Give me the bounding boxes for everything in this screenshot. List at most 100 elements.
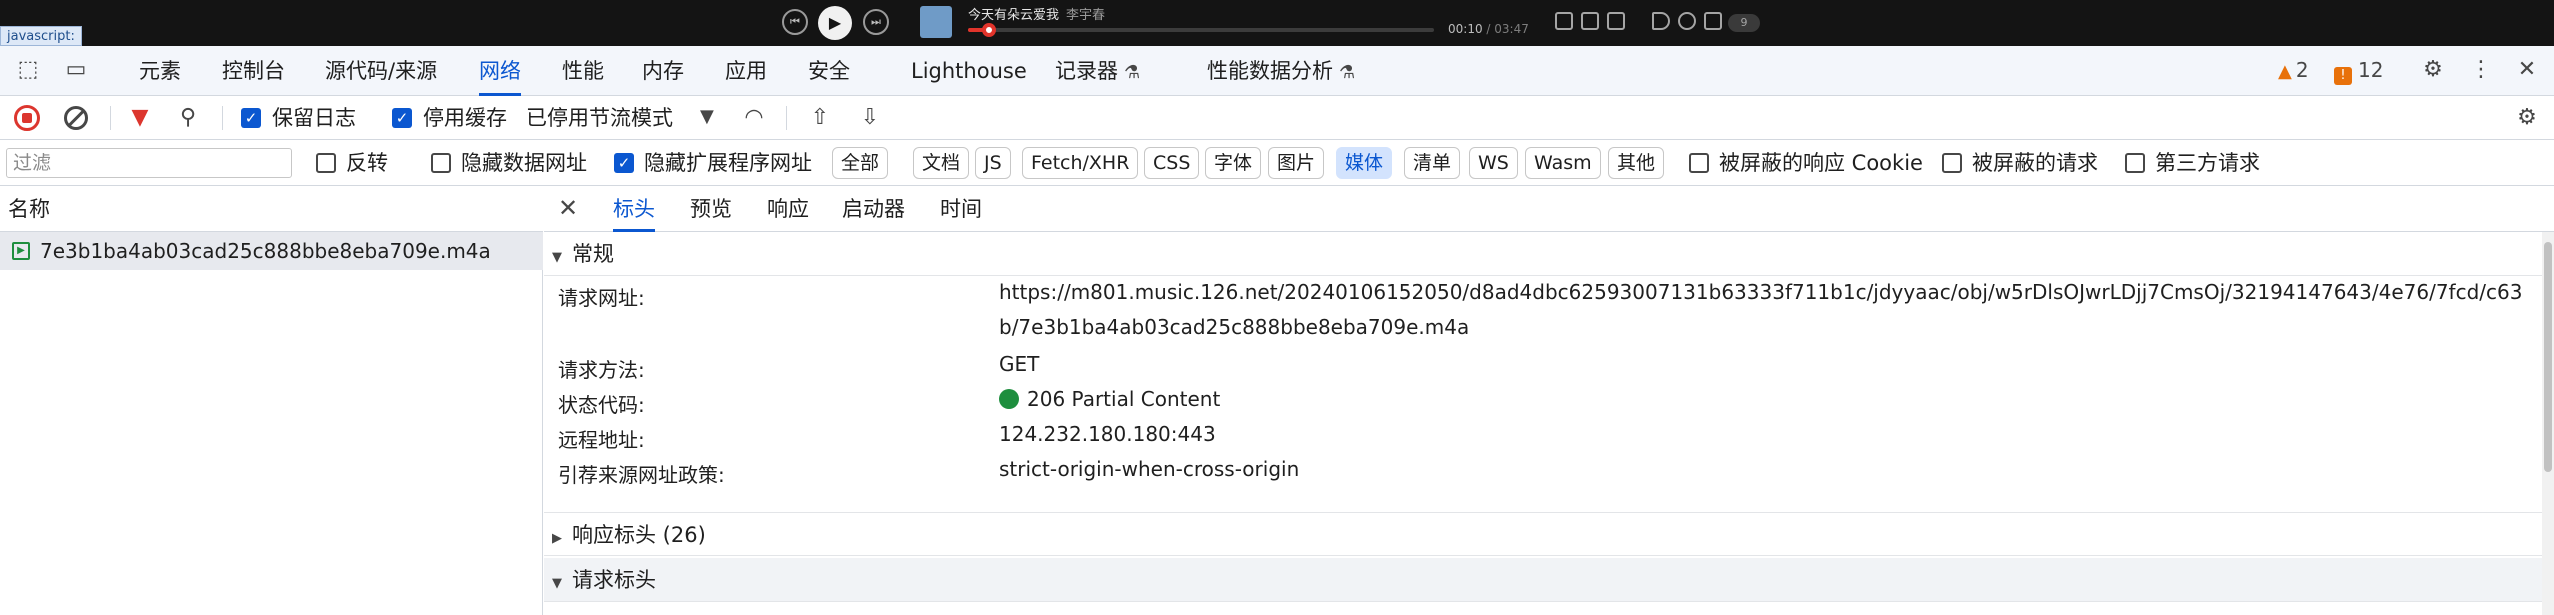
search-icon[interactable]: ⚲ bbox=[174, 104, 202, 132]
referrer-policy-value[interactable]: strict-origin-when-cross-origin bbox=[999, 452, 2534, 487]
type-filter-chip[interactable]: Fetch/XHR bbox=[1022, 147, 1139, 179]
experimental-flask-icon: ⚗ bbox=[1339, 62, 1356, 83]
record-stop-icon[interactable] bbox=[14, 105, 40, 131]
tab-response[interactable]: 响应 bbox=[767, 186, 809, 232]
disable-cache-label[interactable]: 停用缓存 bbox=[423, 96, 507, 140]
type-filter-chip[interactable]: 图片 bbox=[1268, 147, 1325, 179]
request-method-key: 请求方法: bbox=[558, 358, 645, 382]
loop-mode-icon[interactable] bbox=[1678, 12, 1696, 30]
network-settings-gear-icon[interactable]: ⚙ bbox=[2513, 104, 2541, 132]
song-title[interactable]: 今天有朵云爱我 bbox=[968, 4, 1059, 23]
hide-extension-urls-checkbox[interactable]: ✓ bbox=[614, 153, 634, 173]
status-ok-dot-icon bbox=[999, 389, 1019, 409]
song-artist[interactable]: 李宇春 bbox=[1066, 4, 1105, 23]
type-filter-chip[interactable]: CSS bbox=[1144, 147, 1200, 179]
general-section-header[interactable]: ▼ 常规 bbox=[544, 232, 2542, 276]
playback-progress-bar[interactable] bbox=[968, 23, 1434, 37]
tab-sources[interactable]: 源代码/来源 bbox=[325, 46, 437, 96]
tab-recorder[interactable]: 记录器 ⚗ bbox=[1055, 46, 1140, 96]
tab-memory[interactable]: 内存 bbox=[642, 46, 684, 96]
tab-initiator[interactable]: 启动器 bbox=[842, 186, 905, 232]
name-column-header[interactable]: 名称 bbox=[0, 186, 543, 232]
share-icon[interactable] bbox=[1607, 12, 1625, 30]
tab-performance[interactable]: 性能 bbox=[562, 46, 604, 96]
network-conditions-icon[interactable]: ◠ bbox=[740, 104, 768, 132]
blocked-cookies-checkbox[interactable] bbox=[1689, 153, 1709, 173]
previous-track-icon[interactable]: ⏮ bbox=[782, 9, 808, 35]
tab-label: 源代码/来源 bbox=[325, 59, 438, 83]
type-filter-chip[interactable]: 媒体 bbox=[1336, 147, 1393, 179]
throttling-select[interactable]: 已停用节流模式 bbox=[526, 96, 673, 140]
request-headers-section-header[interactable]: ▼ 请求标头 bbox=[544, 558, 2542, 602]
tab-console[interactable]: 控制台 bbox=[222, 46, 285, 96]
disable-cache-checkbox[interactable]: ✓ bbox=[392, 108, 412, 128]
tab-security[interactable]: 安全 bbox=[808, 46, 850, 96]
tab-elements[interactable]: 元素 bbox=[139, 46, 181, 96]
next-track-icon[interactable]: ⏭ bbox=[863, 9, 889, 35]
chevron-down-icon[interactable]: ▼ bbox=[700, 106, 714, 127]
play-button[interactable]: ▶ bbox=[818, 6, 852, 40]
tab-timing[interactable]: 时间 bbox=[940, 186, 982, 232]
tab-application[interactable]: 应用 bbox=[725, 46, 767, 96]
toolbar-divider bbox=[786, 106, 787, 130]
request-row[interactable]: ▶ 7e3b1ba4ab03cad25c888bbe8eba709e.m4a bbox=[0, 232, 543, 270]
invert-checkbox[interactable] bbox=[316, 153, 336, 173]
hide-data-urls-checkbox[interactable] bbox=[431, 153, 451, 173]
hide-data-urls-label[interactable]: 隐藏数据网址 bbox=[461, 140, 587, 186]
expanded-triangle-icon: ▼ bbox=[552, 250, 562, 265]
request-method-value[interactable]: GET bbox=[999, 347, 2534, 382]
type-filter-chip[interactable]: 文档 bbox=[913, 147, 970, 179]
details-scrollbar[interactable] bbox=[2542, 232, 2554, 615]
tab-label: 内存 bbox=[642, 59, 684, 83]
request-url-value[interactable]: https://m801.music.126.net/2024010615205… bbox=[999, 275, 2534, 345]
preserve-log-checkbox[interactable]: ✓ bbox=[241, 108, 261, 128]
lyrics-icon[interactable] bbox=[1555, 12, 1573, 30]
clear-log-icon[interactable] bbox=[64, 106, 88, 130]
response-headers-section-header[interactable]: ▶ 响应标头 (26) bbox=[544, 512, 2542, 556]
filter-funnel-icon[interactable]: ▼ bbox=[126, 104, 154, 132]
issues-indicator[interactable]: ! 12 bbox=[2334, 58, 2383, 85]
blocked-requests-checkbox[interactable] bbox=[1942, 153, 1962, 173]
blocked-requests-label[interactable]: 被屏蔽的请求 bbox=[1972, 140, 2098, 186]
settings-gear-icon[interactable]: ⚙ bbox=[2419, 56, 2447, 84]
more-options-icon[interactable]: ⋮ bbox=[2467, 56, 2495, 84]
tab-label: 控制台 bbox=[222, 59, 285, 83]
music-player-bar: javascript: ⏮ ▶ ⏭ 今天有朵云爱我 李宇春 00:10 / 03… bbox=[0, 0, 2554, 46]
type-filter-chip[interactable]: Wasm bbox=[1525, 147, 1601, 179]
third-party-label[interactable]: 第三方请求 bbox=[2155, 140, 2260, 186]
type-filter-chip[interactable]: WS bbox=[1469, 147, 1518, 179]
add-to-playlist-icon[interactable] bbox=[1581, 12, 1599, 30]
inspect-element-icon[interactable]: ⬚ bbox=[14, 56, 42, 84]
type-filter-chip[interactable]: 清单 bbox=[1404, 147, 1461, 179]
tab-lighthouse[interactable]: Lighthouse bbox=[911, 46, 1027, 96]
close-devtools-icon[interactable]: ✕ bbox=[2513, 56, 2541, 84]
warnings-indicator[interactable]: ▲ 2 bbox=[2278, 58, 2309, 82]
volume-icon[interactable] bbox=[1652, 12, 1670, 30]
preserve-log-label[interactable]: 保留日志 bbox=[272, 96, 356, 140]
remote-address-value[interactable]: 124.232.180.180:443 bbox=[999, 417, 2534, 452]
import-har-icon[interactable]: ⇧ bbox=[806, 104, 834, 132]
close-details-icon[interactable]: ✕ bbox=[558, 194, 578, 222]
filter-row: 反转 隐藏数据网址 ✓ 隐藏扩展程序网址 全部文档JS Fetch/XHRCSS字… bbox=[0, 140, 2554, 186]
device-toolbar-icon[interactable]: ▭ bbox=[62, 56, 90, 84]
type-filter-chip[interactable]: 全部 bbox=[832, 147, 889, 179]
hide-extension-urls-label[interactable]: 隐藏扩展程序网址 bbox=[644, 140, 812, 186]
playlist-icon[interactable] bbox=[1704, 12, 1722, 30]
tab-network[interactable]: 网络 bbox=[479, 46, 521, 96]
status-code-value[interactable]: 206 Partial Content bbox=[999, 382, 2534, 417]
tab-performance-insights[interactable]: 性能数据分析 ⚗ bbox=[1207, 46, 1355, 96]
type-filter-chip[interactable]: 其他 bbox=[1608, 147, 1665, 179]
blocked-cookies-label[interactable]: 被屏蔽的响应 Cookie bbox=[1719, 140, 1923, 186]
request-name[interactable]: 7e3b1ba4ab03cad25c888bbe8eba709e.m4a bbox=[40, 232, 491, 270]
export-har-icon[interactable]: ⇩ bbox=[856, 104, 884, 132]
third-party-checkbox[interactable] bbox=[2125, 153, 2145, 173]
details-scrollbar-thumb[interactable] bbox=[2544, 242, 2552, 472]
album-cover[interactable] bbox=[920, 6, 952, 38]
filter-input[interactable] bbox=[6, 148, 292, 178]
tab-preview[interactable]: 预览 bbox=[690, 186, 732, 232]
type-filter-chip[interactable]: 字体 bbox=[1205, 147, 1262, 179]
tab-headers[interactable]: 标头 bbox=[613, 186, 655, 232]
invert-label[interactable]: 反转 bbox=[346, 140, 388, 186]
playback-progress-knob[interactable] bbox=[981, 23, 996, 37]
type-filter-chip[interactable]: JS bbox=[975, 147, 1011, 179]
